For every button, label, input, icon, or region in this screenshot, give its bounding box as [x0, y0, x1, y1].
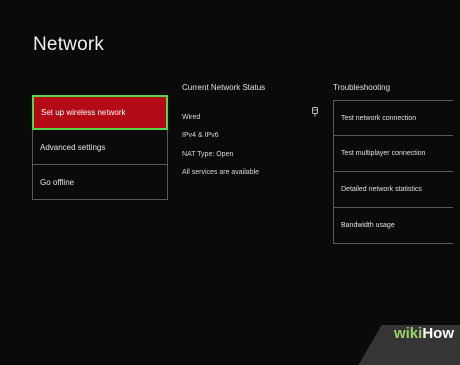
trouble-item-label: Test network connection: [341, 114, 417, 122]
wikihow-watermark: wikiHow: [394, 325, 454, 342]
trouble-item-label: Detailed network statistics: [341, 186, 422, 193]
nat-type: NAT Type: Open: [182, 150, 234, 158]
connection-type: Wired: [182, 113, 201, 121]
set-up-wireless-network-button[interactable]: Set up wireless network: [32, 95, 168, 130]
troubleshooting-panel: Troubleshooting Test network connection …: [333, 83, 453, 244]
page-title: Network: [33, 34, 105, 55]
ethernet-connector-icon: [312, 107, 318, 117]
services-status: All services are available: [182, 169, 260, 177]
network-menu: Set up wireless network Advanced setting…: [32, 95, 168, 200]
troubleshooting-heading: Troubleshooting: [333, 83, 391, 92]
bandwidth-usage-button[interactable]: Bandwidth usage: [333, 208, 453, 244]
trouble-item-label: Test multiplayer connection: [341, 150, 426, 157]
ip-version: IPv4 & IPv6: [182, 132, 219, 140]
menu-item-label: Go offline: [40, 177, 75, 187]
network-status-panel: Current Network Status Wired IPv4 & IPv6…: [182, 83, 332, 182]
detailed-network-statistics-button[interactable]: Detailed network statistics: [333, 172, 453, 208]
menu-item-label: Set up wireless network: [41, 108, 126, 117]
advanced-settings-button[interactable]: Advanced settings: [32, 130, 168, 165]
go-offline-button[interactable]: Go offline: [32, 165, 168, 200]
menu-item-label: Advanced settings: [40, 142, 106, 152]
watermark-how: How: [422, 325, 454, 342]
test-network-connection-button[interactable]: Test network connection: [333, 100, 453, 136]
status-heading: Current Network Status: [182, 83, 266, 92]
test-multiplayer-connection-button[interactable]: Test multiplayer connection: [333, 136, 453, 172]
watermark-wiki: wiki: [393, 325, 423, 342]
trouble-item-label: Bandwidth usage: [341, 222, 395, 229]
